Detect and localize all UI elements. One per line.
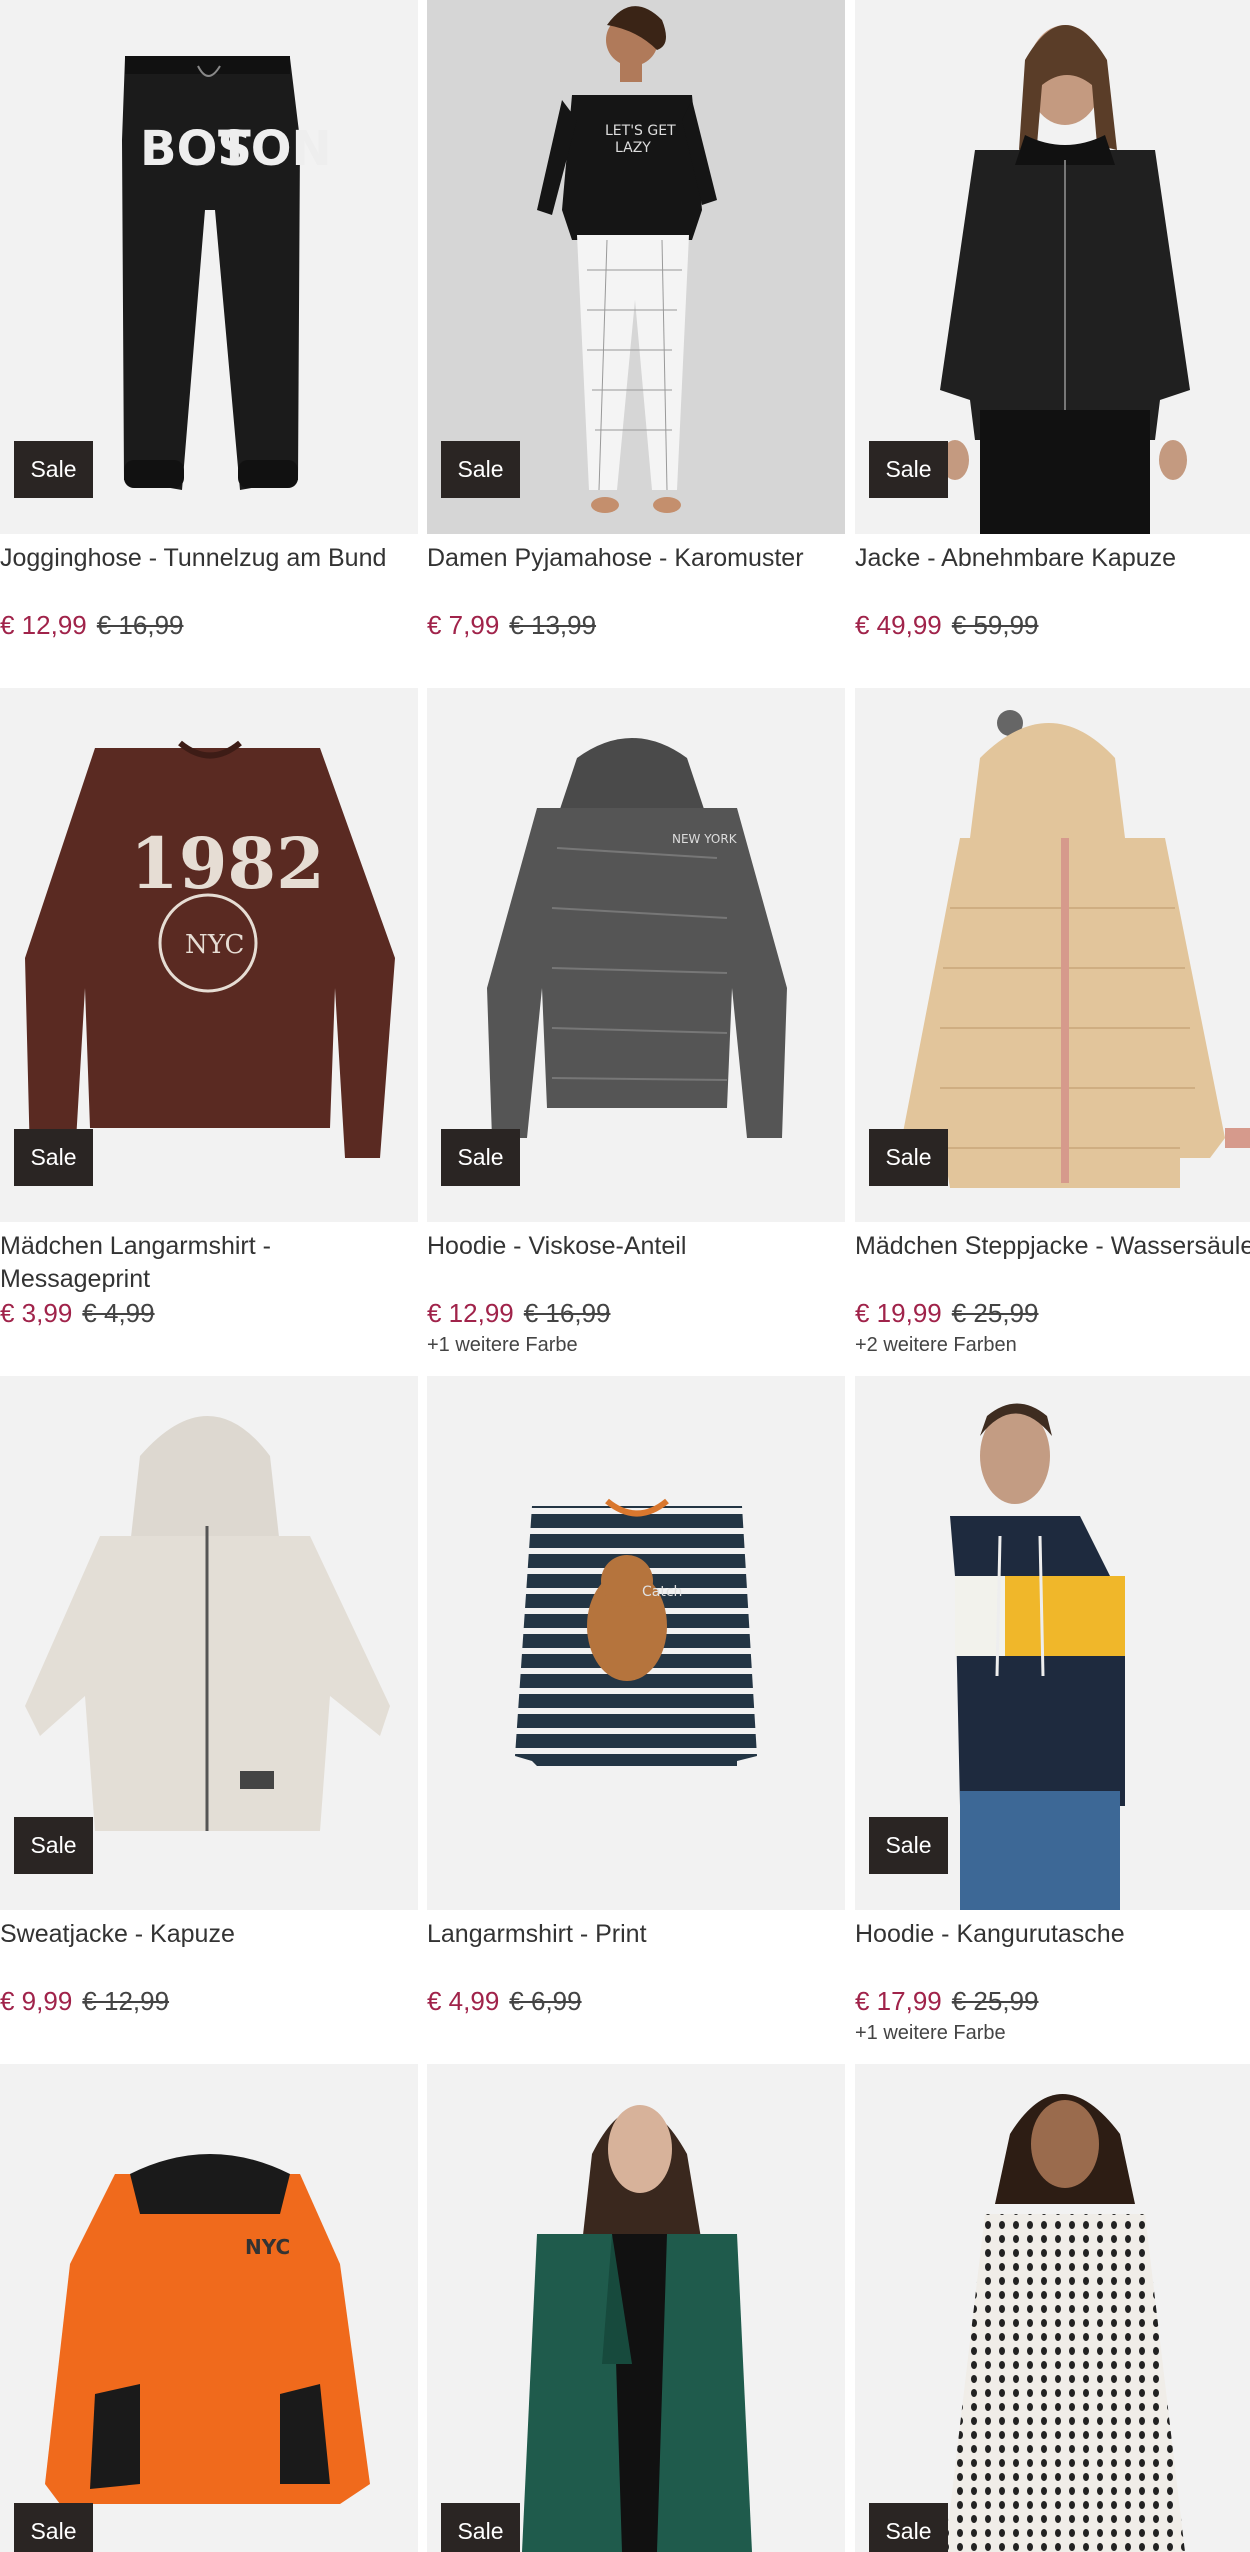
original-price: € 16,99 (523, 1298, 611, 1328)
sale-price: € 12,99 (0, 610, 87, 640)
product-card[interactable]: NYC Sale (0, 2064, 418, 2552)
sale-price: € 19,99 (855, 1298, 942, 1328)
sale-badge: Sale (441, 1129, 520, 1186)
svg-text:NEW YORK: NEW YORK (672, 832, 738, 846)
original-price: € 25,99 (951, 1298, 1039, 1328)
product-title[interactable]: Damen Pyjamahose - Karomuster (427, 542, 845, 608)
sale-badge: Sale (869, 441, 948, 498)
sale-badge: Sale (14, 2503, 93, 2552)
product-title[interactable]: Mädchen Langarmshirt - Messageprint (0, 1230, 418, 1296)
original-price: € 12,99 (82, 1986, 170, 2016)
product-image[interactable]: Sale (855, 0, 1250, 534)
svg-text:TON: TON (218, 121, 332, 177)
original-price: € 16,99 (96, 610, 184, 640)
sale-price: € 17,99 (855, 1986, 942, 2016)
sale-price: € 12,99 (427, 1298, 514, 1328)
svg-text:Catch: Catch (642, 1584, 682, 1600)
original-price: € 6,99 (509, 1986, 582, 2016)
svg-text:LET'S GET: LET'S GET (605, 123, 676, 139)
product-image[interactable]: NYC Sale (0, 2064, 418, 2552)
product-card[interactable]: NEW YORK Sale Hoodie - Viskose-Anteil € … (427, 688, 845, 1376)
product-image[interactable]: Sale (855, 1376, 1250, 1910)
sale-badge: Sale (869, 1129, 948, 1186)
sale-badge: Sale (14, 1129, 93, 1186)
original-price: € 13,99 (509, 610, 597, 640)
product-card[interactable]: Sale Sweatjacke - Kapuze € 9,99 € 12,99 (0, 1376, 418, 2064)
product-image[interactable]: LET'S GET LAZY Sale (427, 0, 845, 534)
svg-text:LAZY: LAZY (615, 140, 651, 156)
product-title[interactable]: Sweatjacke - Kapuze (0, 1918, 418, 1984)
sale-price: € 4,99 (427, 1986, 500, 2016)
sale-badge: Sale (869, 1817, 948, 1874)
product-card[interactable]: Sale (855, 2064, 1250, 2552)
original-price: € 59,99 (951, 610, 1039, 640)
product-title[interactable]: Jacke - Abnehmbare Kapuze (855, 542, 1250, 608)
sale-price: € 9,99 (0, 1986, 73, 2016)
product-image[interactable]: Sale (0, 1376, 418, 1910)
product-card[interactable]: Catch Langarmshirt - Print € 4,99 € 6,99 (427, 1376, 845, 2064)
svg-text:NYC: NYC (245, 2235, 290, 2259)
product-card[interactable]: Sale (427, 2064, 845, 2552)
product-title[interactable]: Langarmshirt - Print (427, 1918, 845, 1984)
more-colors-label: +1 weitere Farbe (427, 1334, 578, 1356)
product-title[interactable]: Hoodie - Viskose-Anteil (427, 1230, 845, 1296)
product-card[interactable]: Sale Hoodie - Kangurutasche € 17,99 € 25,… (855, 1376, 1250, 2064)
more-colors-label: +2 weitere Farben (855, 1334, 1017, 1356)
product-image[interactable]: BOS TON Sale (0, 0, 418, 534)
product-image[interactable]: Catch (427, 1376, 845, 1910)
product-title[interactable]: Hoodie - Kangurutasche (855, 1918, 1250, 1984)
svg-text:1982: 1982 (130, 822, 325, 905)
original-price: € 25,99 (951, 1986, 1039, 2016)
sale-badge: Sale (869, 2503, 948, 2552)
svg-text:NYC: NYC (185, 930, 244, 960)
product-image[interactable]: NEW YORK Sale (427, 688, 845, 1222)
product-card[interactable]: 1982 NYC Sale Mädchen Langarmshirt - Mes… (0, 688, 418, 1376)
original-price: € 4,99 (82, 1298, 155, 1328)
product-image[interactable]: 1982 NYC Sale (0, 688, 418, 1222)
product-title[interactable]: Jogginghose - Tunnelzug am Bund (0, 542, 418, 608)
product-card[interactable]: Sale Jacke - Abnehmbare Kapuze € 49,99 € … (855, 0, 1250, 688)
sale-price: € 49,99 (855, 610, 942, 640)
product-card[interactable]: BOS TON Sale Jogginghose - Tunnelzug am … (0, 0, 418, 688)
sale-badge: Sale (14, 1817, 93, 1874)
product-title[interactable]: Mädchen Steppjacke - Wassersäule (855, 1230, 1250, 1296)
product-card[interactable]: LET'S GET LAZY Sale Damen Pyjamahose - K… (427, 0, 845, 688)
sale-price: € 7,99 (427, 610, 500, 640)
product-image[interactable]: Sale (855, 2064, 1250, 2552)
product-image[interactable]: Sale (855, 688, 1250, 1222)
product-card[interactable]: Sale Mädchen Steppjacke - Wassersäule € … (855, 688, 1250, 1376)
sale-badge: Sale (441, 2503, 520, 2552)
product-image[interactable]: Sale (427, 2064, 845, 2552)
sale-badge: Sale (14, 441, 93, 498)
sale-badge: Sale (441, 441, 520, 498)
sale-price: € 3,99 (0, 1298, 73, 1328)
more-colors-label: +1 weitere Farbe (855, 2022, 1006, 2044)
